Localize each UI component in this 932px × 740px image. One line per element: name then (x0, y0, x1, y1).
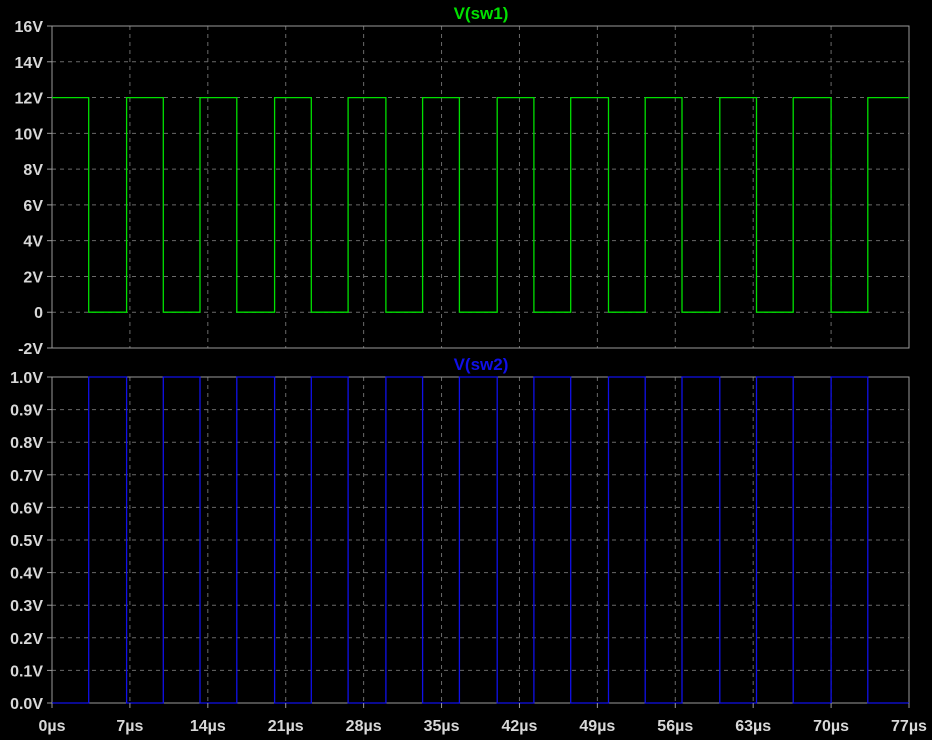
x-tick-label: 56µs (657, 718, 693, 735)
x-tick-label: 49µs (579, 718, 615, 735)
y-tick-label: 1.0V (10, 370, 43, 387)
y-tick-label: 2V (23, 269, 43, 286)
pane-sw1: V(sw1) 16V 14V 12V 10V 8V 6V 4V 2V 0 -2V (15, 4, 910, 358)
plot-frame (51, 25, 910, 349)
x-tick-label: 70µs (813, 718, 849, 735)
x-tick-label: 14µs (190, 718, 226, 735)
y-tick-label: 0.7V (10, 468, 43, 485)
y-tick-label: 0.0V (10, 696, 43, 713)
y-tick-label: 14V (15, 55, 44, 72)
y-tick-label: 0.4V (10, 566, 43, 583)
x-tick-label: 63µs (735, 718, 771, 735)
x-tick-label: 21µs (268, 718, 304, 735)
y-tick-label: 16V (15, 19, 44, 36)
y-tick-label: 6V (23, 198, 43, 215)
y-tick-label: 0.2V (10, 631, 43, 648)
pane-title-sw2: V(sw2) (454, 355, 509, 374)
x-tick-label: 0µs (38, 718, 65, 735)
pane-sw2: V(sw2) 1.0V 0.9V 0.8V 0.7V 0.6V 0.5V 0.4V 0.3V 0… (10, 355, 910, 713)
y-tick-label: 8V (23, 162, 43, 179)
y-tick-label: 12V (15, 91, 44, 108)
x-axis: 0µs 7µs 14µs 21µs 28µs 35µs 42µs 49µs 56µs 63µs 70… (38, 703, 927, 735)
x-tick-label: 42µs (501, 718, 537, 735)
y-tick-label: 10V (15, 126, 44, 143)
x-tick-label: 35µs (424, 718, 460, 735)
y-tick-label: 0 (34, 305, 43, 322)
x-tick-label: 7µs (116, 718, 143, 735)
y-tick-label: 0.8V (10, 435, 43, 452)
y-tick-label: 0.6V (10, 500, 43, 517)
y-tick-label: 4V (23, 234, 43, 251)
waveform-chart: V(sw1) 16V 14V 12V 10V 8V 6V 4V 2V 0 -2V V(sw2) 1… (10, 4, 927, 735)
y-tick-label: 0.9V (10, 403, 43, 420)
y-tick-label: -2V (18, 341, 43, 358)
x-tick-label: 28µs (346, 718, 382, 735)
y-tick-label: 0.3V (10, 598, 43, 615)
y-tick-label: 0.1V (10, 663, 43, 680)
pane-title-sw1: V(sw1) (454, 4, 509, 23)
y-tick-label: 0.5V (10, 533, 43, 550)
x-tick-label: 77µs (891, 718, 927, 735)
